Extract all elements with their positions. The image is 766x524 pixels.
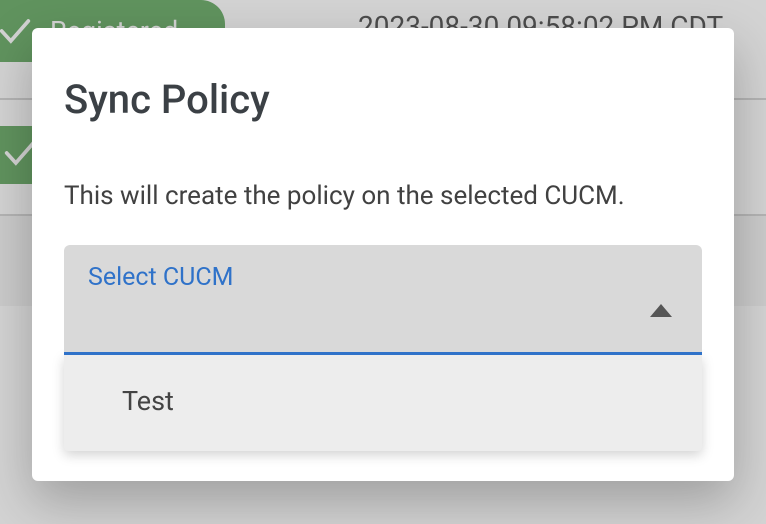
dropdown-item-test[interactable]: Test [64,355,702,451]
modal-title: Sync Policy [32,76,734,123]
select-cucm-label: Select CUCM [88,263,233,292]
modal-description: This will create the policy on the selec… [32,181,734,211]
select-cucm-dropdown: Test [64,355,702,451]
select-cucm[interactable]: Select CUCM [64,245,702,355]
chevron-up-icon [650,303,672,322]
sync-policy-modal: Sync Policy This will create the policy … [32,28,734,481]
